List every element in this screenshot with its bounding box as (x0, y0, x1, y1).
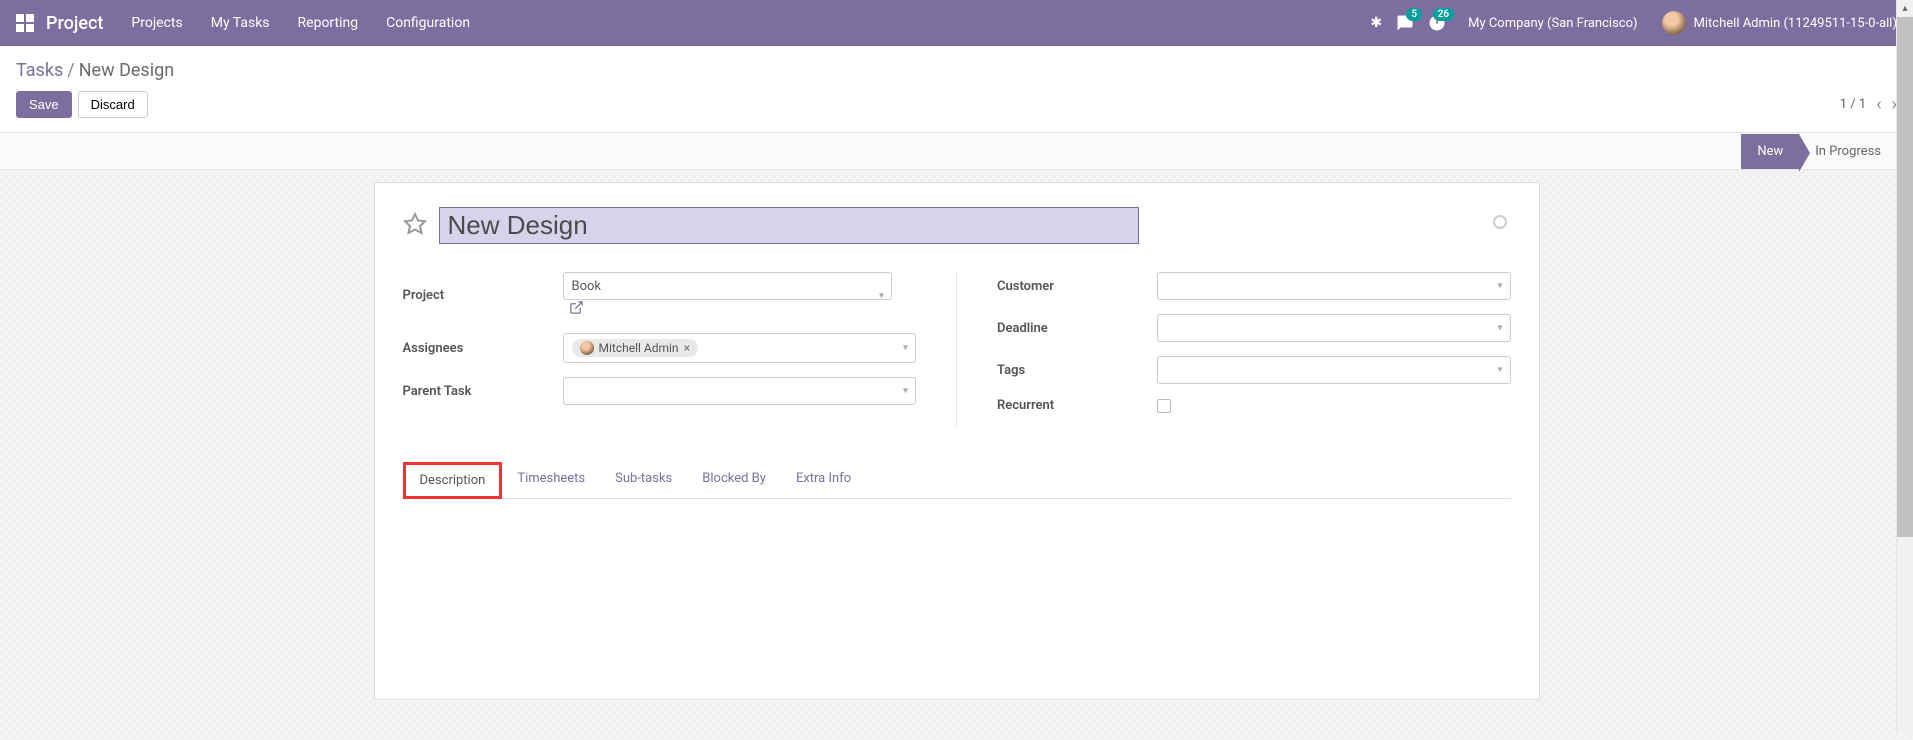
assignee-chip: Mitchell Admin × (572, 339, 698, 357)
tab-subtasks[interactable]: Sub-tasks (600, 462, 687, 499)
form-body: Project Book ▾ Assignees (0, 170, 1913, 740)
save-button[interactable]: Save (16, 91, 72, 118)
app-brand[interactable]: Project (46, 13, 103, 34)
tab-timesheets[interactable]: Timesheets (502, 462, 600, 499)
parent-task-select[interactable] (563, 377, 917, 405)
remove-chip-icon[interactable]: × (684, 341, 690, 355)
avatar (1662, 11, 1686, 35)
pager-count: 1 / 1 (1840, 97, 1866, 112)
tab-blocked-by[interactable]: Blocked By (687, 462, 781, 499)
main-menu: Projects My Tasks Reporting Configuratio… (131, 15, 470, 31)
action-bar: Save Discard 1 / 1 ‹ › (0, 81, 1913, 132)
external-link-icon[interactable] (569, 301, 584, 319)
user-menu[interactable]: Mitchell Admin (11249511-15-0-all) (1662, 11, 1897, 35)
stage-new[interactable]: New (1741, 134, 1799, 169)
user-name: Mitchell Admin (11249511-15-0-all) (1694, 16, 1897, 31)
tab-extra-info[interactable]: Extra Info (781, 462, 866, 499)
field-grid: Project Book ▾ Assignees (403, 272, 1511, 427)
discard-button[interactable]: Discard (78, 91, 148, 118)
stage-in-progress[interactable]: In Progress (1799, 134, 1897, 169)
messages-icon[interactable]: 5 (1396, 14, 1414, 32)
tab-description[interactable]: Description (403, 462, 503, 499)
scrollbar[interactable]: ▴ (1896, 0, 1913, 733)
menu-my-tasks[interactable]: My Tasks (211, 15, 270, 31)
menu-configuration[interactable]: Configuration (386, 15, 470, 31)
messages-badge: 5 (1406, 8, 1422, 21)
scroll-up-icon[interactable]: ▴ (1897, 0, 1913, 17)
scroll-thumb[interactable] (1897, 17, 1913, 537)
deadline-input[interactable] (1157, 314, 1511, 342)
project-select[interactable]: Book (563, 272, 893, 300)
label-assignees: Assignees (403, 341, 563, 356)
label-project: Project (403, 288, 563, 303)
project-select-value: Book (572, 279, 602, 294)
label-recurrent: Recurrent (997, 398, 1157, 413)
label-parent-task: Parent Task (403, 384, 563, 399)
left-column: Project Book ▾ Assignees (403, 272, 958, 427)
kanban-state-icon[interactable] (1493, 215, 1507, 229)
apps-icon[interactable] (16, 14, 34, 32)
field-project: Project Book ▾ (403, 272, 917, 319)
field-assignees: Assignees Mitchell Admin × ▾ (403, 333, 917, 363)
right-column: Customer ▾ Deadline ▾ (997, 272, 1511, 427)
menu-projects[interactable]: Projects (131, 15, 182, 31)
debug-icon[interactable]: ✱ (1370, 15, 1382, 31)
field-customer: Customer ▾ (997, 272, 1511, 300)
field-recurrent: Recurrent (997, 398, 1511, 413)
recurrent-checkbox[interactable] (1157, 399, 1171, 413)
avatar-icon (580, 341, 594, 355)
label-customer: Customer (997, 279, 1157, 294)
form-tabs: Description Timesheets Sub-tasks Blocked… (403, 461, 1511, 499)
assignee-chip-label: Mitchell Admin (599, 341, 679, 355)
systray: ✱ 5 26 My Company (San Francisco) Mitche… (1370, 11, 1897, 35)
pager-prev-icon[interactable]: ‹ (1876, 94, 1881, 115)
label-tags: Tags (997, 363, 1157, 378)
breadcrumb-current: New Design (79, 60, 174, 81)
activities-icon[interactable]: 26 (1428, 14, 1446, 32)
title-row (403, 207, 1511, 244)
breadcrumb-bar: Tasks / New Design (0, 46, 1913, 81)
menu-reporting[interactable]: Reporting (298, 15, 359, 31)
customer-select[interactable] (1157, 272, 1511, 300)
breadcrumb-root[interactable]: Tasks (16, 60, 63, 81)
breadcrumb-sep: / (67, 60, 74, 81)
priority-star-icon[interactable] (403, 212, 427, 240)
pager: 1 / 1 ‹ › (1840, 94, 1897, 115)
field-tags: Tags ▾ (997, 356, 1511, 384)
status-bar: New In Progress (0, 132, 1913, 170)
top-nav: Project Projects My Tasks Reporting Conf… (0, 0, 1913, 46)
label-deadline: Deadline (997, 321, 1157, 336)
breadcrumb: Tasks / New Design (16, 60, 174, 81)
field-deadline: Deadline ▾ (997, 314, 1511, 342)
assignees-select[interactable]: Mitchell Admin × (563, 333, 917, 363)
tags-select[interactable] (1157, 356, 1511, 384)
task-title-input[interactable] (439, 207, 1139, 244)
form-sheet: Project Book ▾ Assignees (374, 182, 1540, 700)
field-parent-task: Parent Task ▾ (403, 377, 917, 405)
activities-badge: 26 (1433, 8, 1454, 21)
company-switcher[interactable]: My Company (San Francisco) (1468, 16, 1637, 31)
